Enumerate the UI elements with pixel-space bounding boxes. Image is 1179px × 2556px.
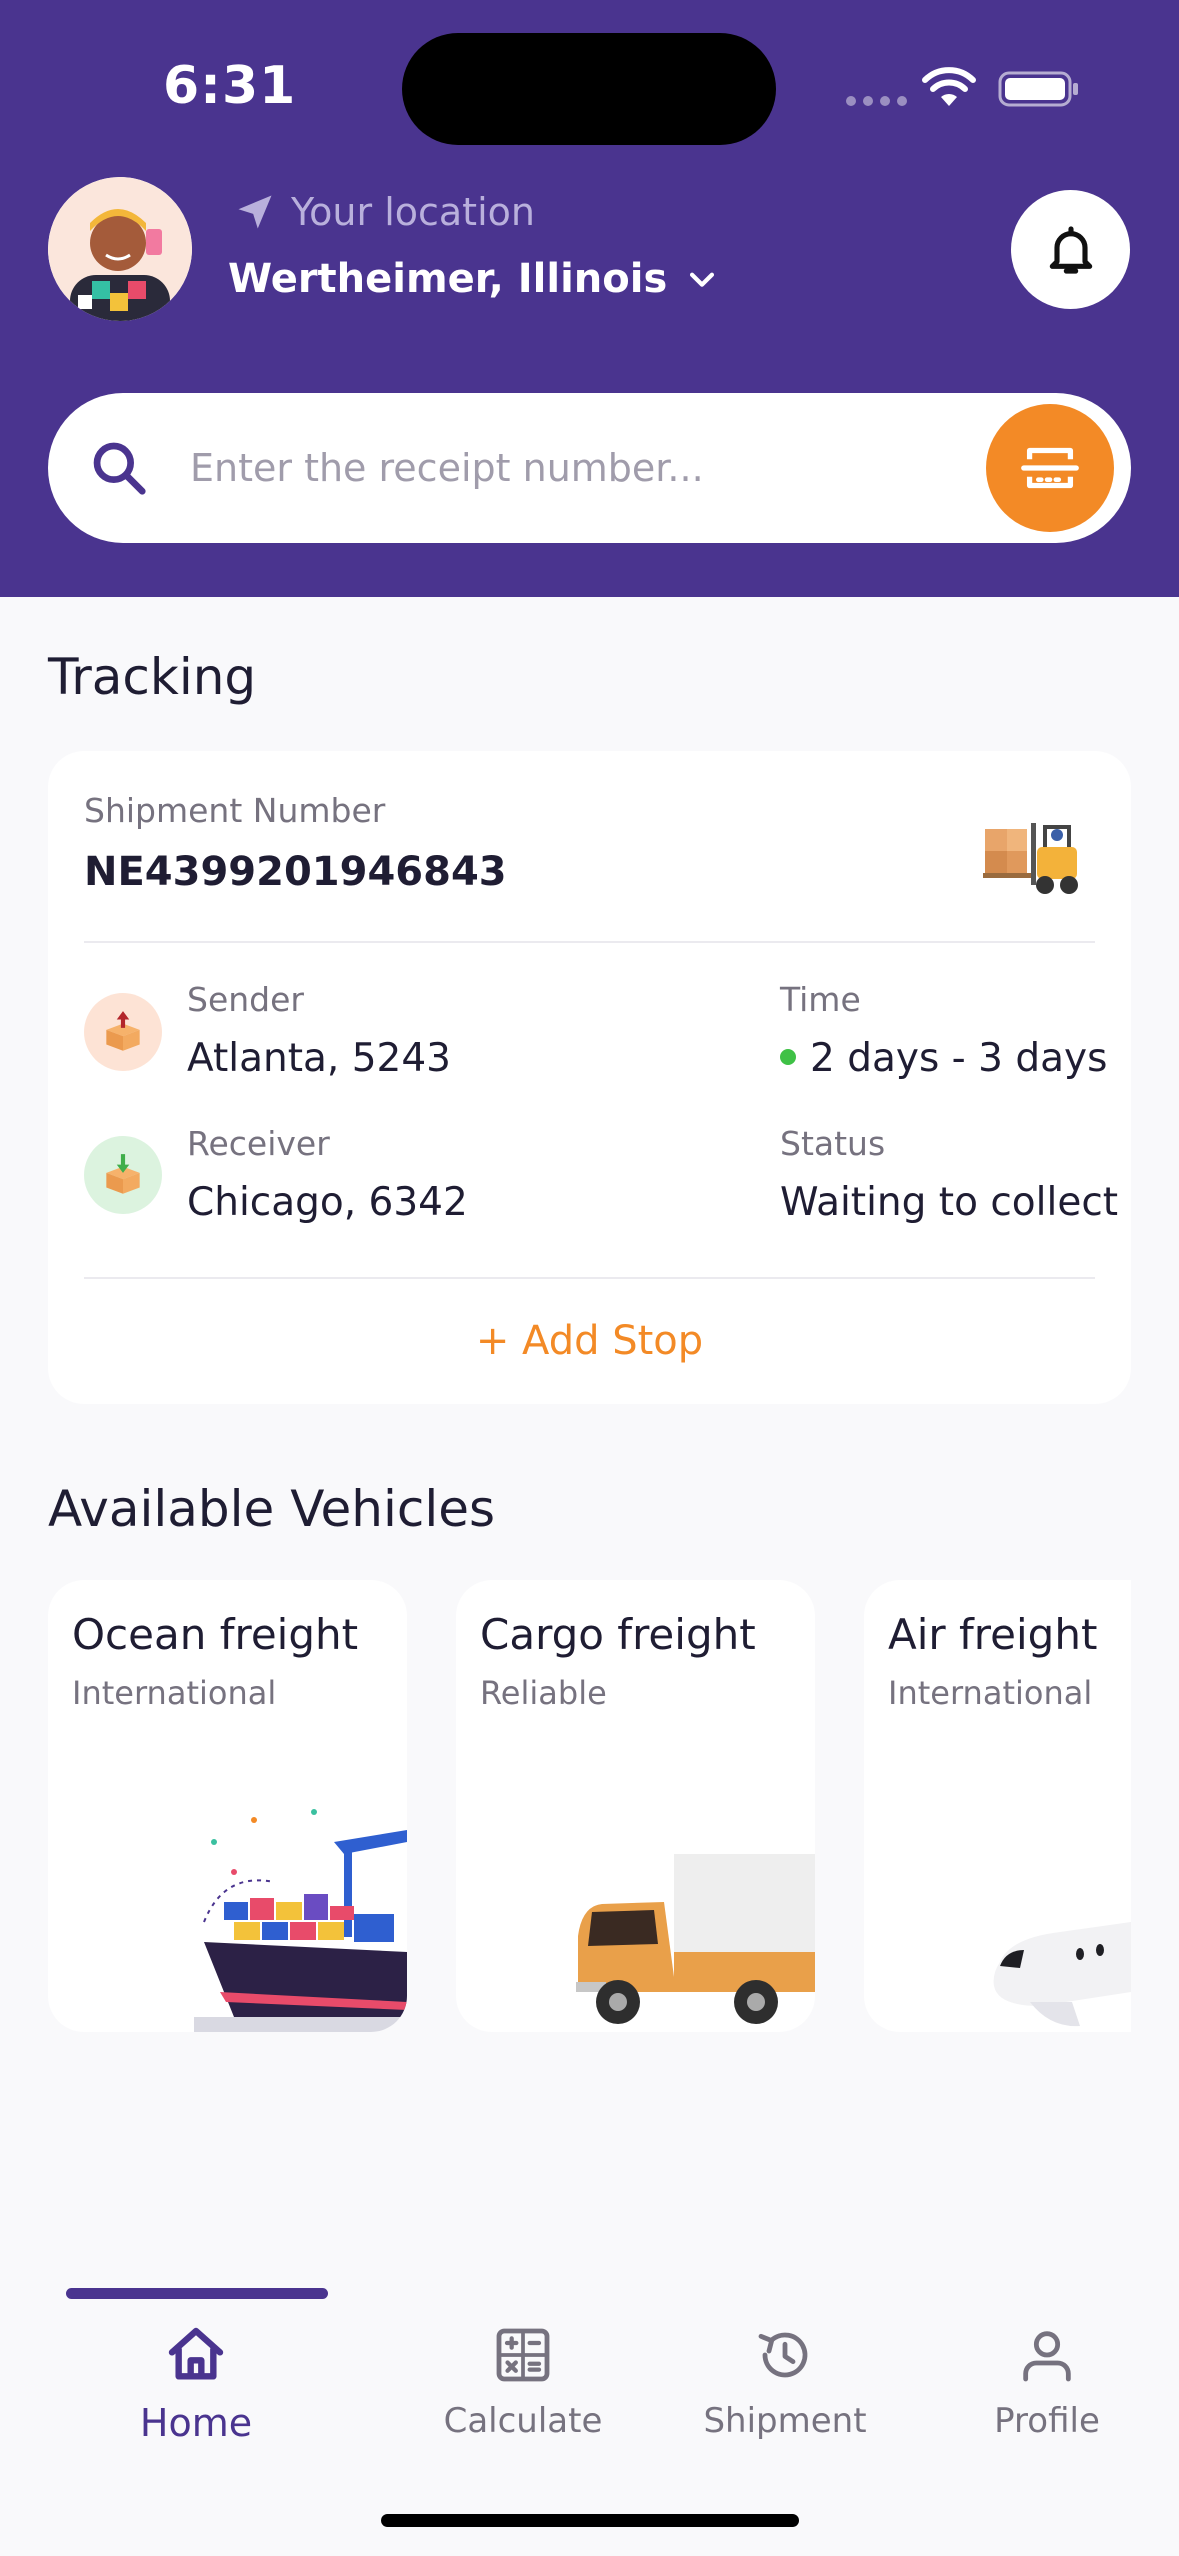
- time-value: 2 days - 3 days: [810, 1036, 1108, 1081]
- search-input[interactable]: [190, 428, 990, 508]
- sender-label: Sender: [187, 980, 304, 1019]
- vehicle-card-ocean[interactable]: Ocean freight International: [48, 1580, 407, 2032]
- tracking-card[interactable]: Shipment Number NE4399201946843 Sender A…: [48, 751, 1131, 1404]
- history-icon: [758, 2332, 808, 2378]
- receiver-icon-badge: [84, 1136, 162, 1214]
- vehicle-subtitle: Reliable: [480, 1674, 607, 1712]
- home-icon: [168, 2327, 224, 2380]
- shipment-number-label: Shipment Number: [84, 791, 386, 830]
- vehicles-carousel[interactable]: Ocean freight International Cargo freigh…: [48, 1580, 1131, 2032]
- tab-label: Home: [139, 2401, 253, 2445]
- vehicle-card-cargo[interactable]: Cargo freight Reliable: [456, 1580, 815, 2032]
- tab-label: Profile: [994, 2401, 1100, 2441]
- plane-icon: [993, 1922, 1131, 2027]
- search-bar: [48, 393, 1131, 543]
- package-download-icon: [106, 1154, 140, 1194]
- status-time: 6:31: [163, 56, 297, 116]
- search-icon: [93, 442, 146, 495]
- header: 6:31 Your location Wertheimer, Illinois: [0, 0, 1179, 597]
- wifi-icon: [922, 67, 976, 106]
- card-divider: [84, 941, 1095, 943]
- vehicle-title: Ocean freight: [72, 1610, 359, 1659]
- avatar[interactable]: [48, 177, 192, 321]
- bell-icon: [1049, 225, 1092, 274]
- time-value-row: 2 days - 3 days: [780, 1036, 1107, 1081]
- calculator-icon: [496, 2328, 550, 2382]
- tracking-title: Tracking: [48, 648, 257, 706]
- cellular-signal-icon: [846, 96, 907, 106]
- forklift-icon: [983, 823, 1078, 894]
- notification-button[interactable]: [1011, 190, 1130, 309]
- scan-button[interactable]: [986, 404, 1114, 532]
- ship-icon: [194, 1809, 407, 2032]
- location-value: Wertheimer, Illinois: [228, 256, 668, 302]
- receiver-value: Chicago, 6342: [187, 1180, 468, 1225]
- vehicle-card-air[interactable]: Air freight International: [864, 1580, 1131, 2032]
- tab-active-indicator: [66, 2288, 328, 2299]
- shipment-number: NE4399201946843: [84, 849, 507, 895]
- sender-icon-badge: [84, 993, 162, 1071]
- status-label: Status: [780, 1124, 886, 1163]
- status-value: Waiting to collect: [780, 1180, 1119, 1225]
- tab-label: Calculate: [443, 2401, 603, 2441]
- tab-profile[interactable]: Profile: [927, 2313, 1167, 2473]
- vehicle-title: Cargo freight: [480, 1610, 756, 1659]
- time-label: Time: [780, 980, 861, 1019]
- vehicle-subtitle: International: [888, 1674, 1093, 1712]
- location-label-text: Your location: [291, 190, 535, 234]
- user-icon: [1023, 2331, 1071, 2382]
- receiver-label: Receiver: [187, 1124, 330, 1163]
- location-selector[interactable]: Wertheimer, Illinois: [228, 256, 719, 302]
- tab-home[interactable]: Home: [76, 2313, 316, 2473]
- package-upload-icon: [106, 1011, 140, 1051]
- vehicles-title: Available Vehicles: [48, 1480, 496, 1538]
- chevron-down-icon: [690, 272, 715, 287]
- scanner-icon: [1021, 447, 1079, 489]
- truck-icon: [576, 1844, 815, 2024]
- dynamic-island: [402, 33, 776, 145]
- tab-shipment[interactable]: Shipment: [665, 2313, 905, 2473]
- vehicle-subtitle: International: [72, 1674, 277, 1712]
- card-divider: [84, 1277, 1095, 1279]
- tab-label: Shipment: [703, 2401, 867, 2441]
- status-dot: [780, 1048, 796, 1065]
- battery-icon: [998, 71, 1078, 107]
- add-stop-button[interactable]: + Add Stop: [48, 1318, 1131, 1364]
- home-indicator: [381, 2514, 799, 2527]
- navigation-arrow-icon: [238, 195, 272, 229]
- sender-value: Atlanta, 5243: [187, 1036, 451, 1081]
- vehicle-title: Air freight: [888, 1610, 1098, 1659]
- location-label: Your location: [233, 190, 535, 234]
- tab-calculate[interactable]: Calculate: [403, 2313, 643, 2473]
